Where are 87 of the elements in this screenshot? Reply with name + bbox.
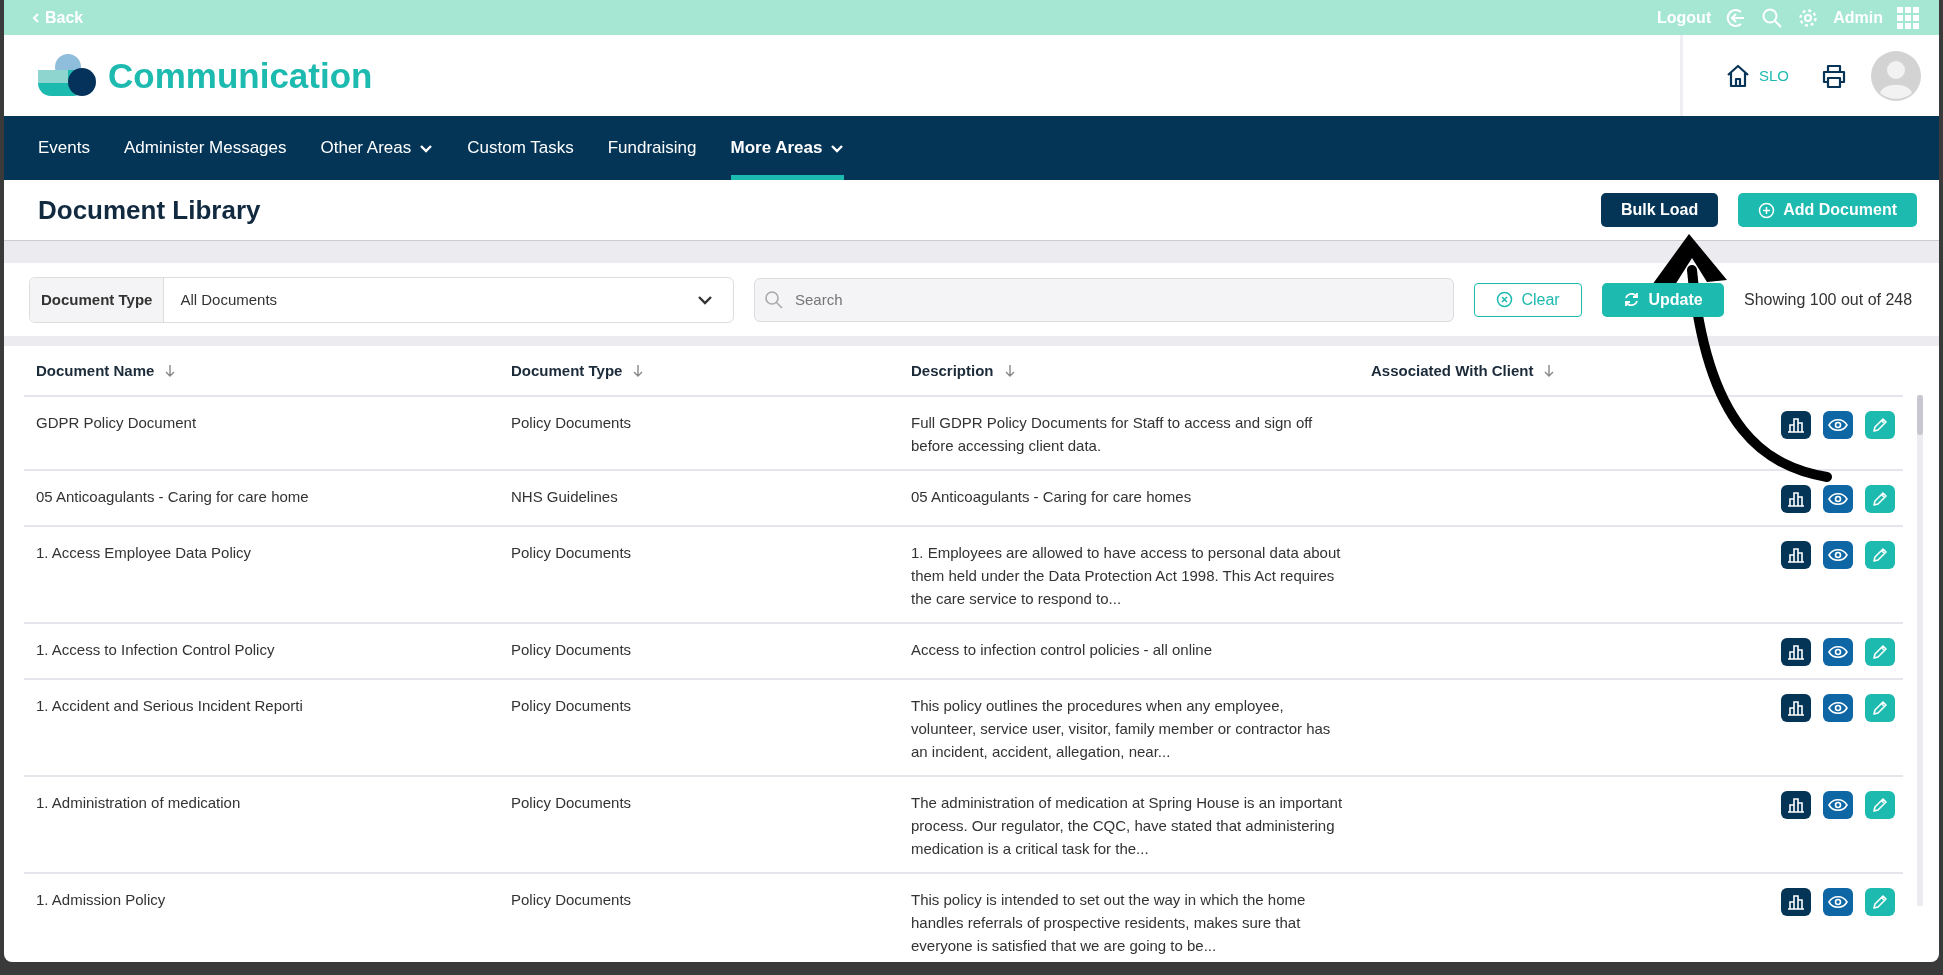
pencil-icon — [1871, 796, 1889, 814]
table-cell-text: Policy Documents — [511, 543, 632, 563]
pencil-icon — [1871, 893, 1889, 911]
bar-chart-button[interactable] — [1781, 638, 1811, 666]
table-cell-text: Policy Documents — [511, 793, 632, 813]
search-field[interactable]: Search — [754, 277, 1454, 322]
table-cell-text: Policy Documents — [511, 696, 632, 716]
bar-chart-button[interactable] — [1781, 411, 1811, 439]
bulk-load-button[interactable]: Bulk Load — [1600, 193, 1719, 227]
pencil-icon — [1871, 699, 1889, 717]
eye-icon — [1828, 798, 1848, 812]
printer-icon[interactable] — [1821, 62, 1847, 89]
eye-icon — [1828, 645, 1848, 659]
column-header[interactable]: Document Type — [499, 362, 899, 379]
bar-chart-icon — [1787, 797, 1805, 813]
bar-chart-icon — [1787, 417, 1805, 433]
table-cell-text: NHS Guidelines — [511, 487, 618, 507]
sort-arrow-icon — [632, 363, 645, 378]
bar-chart-button[interactable] — [1781, 791, 1811, 819]
eye-icon — [1828, 701, 1848, 715]
view-button[interactable] — [1823, 791, 1853, 819]
bar-chart-button[interactable] — [1781, 694, 1811, 722]
pencil-icon — [1871, 490, 1889, 508]
table-cell-text: This policy is intended to set out the way in which the home handles referrals of prospective residents, makes sure that everyone is satisfied that we are going to be... — [911, 890, 1307, 956]
chevron-down-icon — [830, 143, 845, 153]
document-type-select[interactable]: Document Type All Documents — [29, 276, 734, 323]
sort-arrow-icon — [164, 363, 177, 378]
table-cell-text: 1. Access to Infection Control Policy — [36, 640, 275, 660]
eye-icon — [1828, 895, 1848, 909]
view-button[interactable] — [1823, 541, 1853, 569]
table-cell-text: 05 Anticoagulants - Caring for care home — [36, 487, 309, 507]
eye-icon — [1828, 418, 1848, 432]
pencil-icon — [1871, 416, 1889, 434]
bar-chart-icon — [1787, 644, 1805, 660]
nav-tab[interactable]: Administer Messages — [124, 116, 287, 180]
view-button[interactable] — [1823, 411, 1853, 439]
nav-tab[interactable]: Events — [38, 116, 90, 180]
scrollbar-thumb[interactable] — [1917, 395, 1923, 435]
bar-chart-button[interactable] — [1781, 485, 1811, 513]
table-cell-text: Policy Documents — [511, 890, 632, 910]
view-button[interactable] — [1823, 485, 1853, 513]
column-header[interactable]: Associated With Client — [1359, 362, 1779, 379]
nav-tab[interactable]: Other Areas — [320, 116, 434, 180]
app-title: Communication — [108, 55, 373, 96]
bar-chart-button[interactable] — [1781, 888, 1811, 916]
chevron-down-icon — [419, 143, 434, 153]
column-header[interactable]: Description — [899, 362, 1359, 379]
sort-arrow-icon — [1003, 363, 1016, 378]
bar-chart-icon — [1787, 491, 1805, 507]
column-header[interactable]: Document Name — [24, 362, 499, 379]
logo-icon — [38, 53, 96, 98]
view-button[interactable] — [1823, 638, 1853, 666]
nav-tab[interactable]: Custom Tasks — [467, 116, 574, 180]
table-cell-text: GDPR Policy Document — [36, 413, 197, 433]
home-icon[interactable] — [1725, 63, 1751, 88]
bar-chart-button[interactable] — [1781, 541, 1811, 569]
page-title: Document Library — [38, 194, 261, 226]
table-cell-text: 1. Administration of medication — [36, 793, 241, 813]
table-cell-text: 05 Anticoagulants - Caring for care homes — [911, 487, 1193, 507]
table-cell-text: Policy Documents — [511, 640, 632, 660]
plus-circle-icon — [1758, 201, 1776, 219]
table-cell-text: The administration of medication at Spring House is an important process. Our regulator, the CQC, have stated that administering medication is a critical task for the... — [911, 793, 1344, 859]
bar-chart-icon — [1787, 700, 1805, 716]
pencil-icon — [1871, 643, 1889, 661]
table-cell-text: 1. Accident and Serious Incident Reporti — [36, 696, 303, 716]
pencil-icon — [1871, 546, 1889, 564]
bar-chart-icon — [1787, 894, 1805, 910]
chevron-down-icon — [697, 294, 713, 305]
table-cell-text: 1. Admission Policy — [36, 890, 166, 910]
table-cell-text: Policy Documents — [511, 413, 632, 433]
table-cell-text: 1. Employees are allowed to have access to personal data about them held under the Data Protection Act 1998. This Act requires the care service to respond to... — [911, 543, 1342, 609]
nav-tab[interactable]: More Areas — [730, 116, 845, 180]
table-cell-text: Access to infection control policies - all online — [911, 640, 1213, 660]
nav-tab[interactable]: Fundraising — [607, 116, 697, 180]
result-count: Showing 100 out of 248 — [1744, 290, 1913, 309]
bar-chart-icon — [1787, 547, 1805, 563]
table-cell-text: This policy outlines the procedures when any employee, volunteer, service user, visitor, family member or contractor has an incident, accident, allegation, near... — [911, 696, 1332, 762]
view-button[interactable] — [1823, 888, 1853, 916]
table-cell-text: 1. Access Employee Data Policy — [36, 543, 252, 563]
chevron-left-icon — [32, 11, 41, 24]
eye-icon — [1828, 492, 1848, 506]
close-circle-icon — [1496, 291, 1514, 308]
table-cell-text: Full GDPR Policy Documents for Staff to access and sign off before accessing client data. — [911, 413, 1314, 456]
eye-icon — [1828, 548, 1848, 562]
refresh-icon — [1623, 291, 1641, 308]
sort-arrow-icon — [1543, 363, 1556, 378]
view-button[interactable] — [1823, 694, 1853, 722]
